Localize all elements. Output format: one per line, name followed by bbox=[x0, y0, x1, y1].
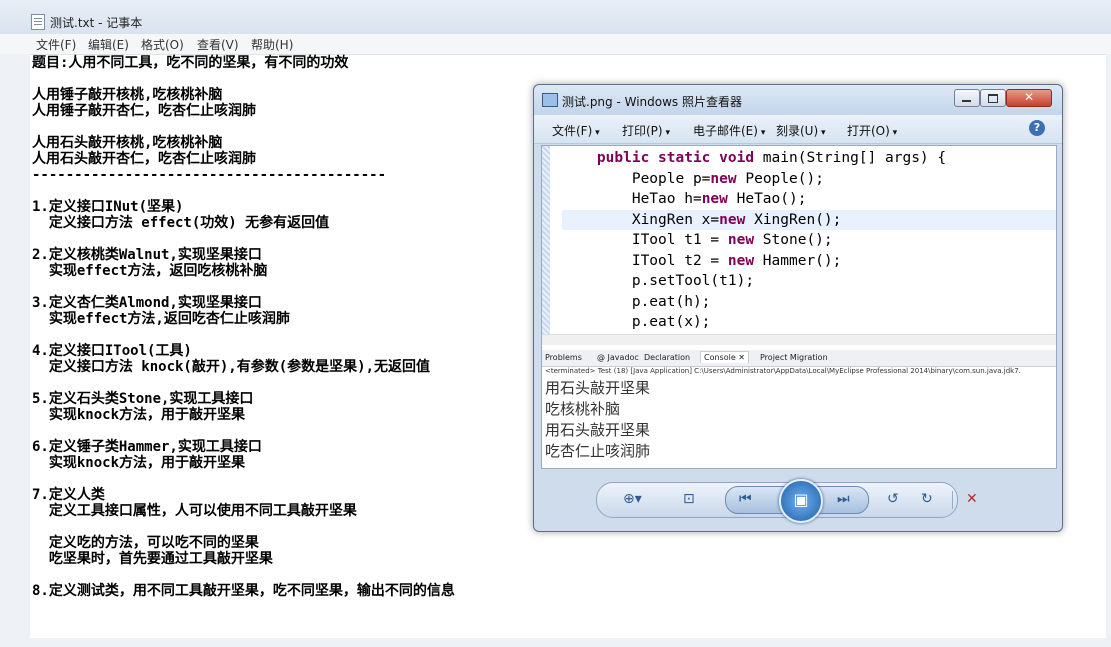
notepad-menu-bar: 文件(F) 编辑(E) 格式(O) 查看(V) 帮助(H) bbox=[0, 34, 1111, 55]
viewer-title-bar[interactable]: 测试.png - Windows 照片查看器 ✕ bbox=[534, 85, 1062, 115]
menu-file[interactable]: 文件(F) bbox=[36, 36, 76, 53]
rotate-counterclockwise-icon[interactable]: ↺ bbox=[887, 491, 899, 507]
tab-problems: Problems bbox=[545, 353, 582, 362]
photo-viewer-window: 测试.png - Windows 照片查看器 ✕ 文件(F) 打印(P) 电子邮… bbox=[533, 84, 1063, 532]
viewer-toolbar: 文件(F) 打印(P) 电子邮件(E) 刻录(U) 打开(O) ? bbox=[534, 115, 1062, 144]
notepad-icon bbox=[31, 14, 45, 30]
viewer-title: 测试.png - Windows 照片查看器 bbox=[562, 95, 742, 109]
text-line: 定义吃的方法，可以吃不同的坚果 bbox=[32, 535, 259, 551]
rotate-clockwise-icon[interactable]: ↻ bbox=[921, 491, 933, 507]
text-line: 题目:人用不同工具，吃不同的坚果，有不同的功效 bbox=[32, 55, 349, 71]
code-line: p.setTool(t1); bbox=[631, 273, 755, 289]
code-line: HeTao h=new HeTao(); bbox=[631, 191, 807, 207]
viewer-controls: ⊕▾ ⊡ ⏮ ▣ ⏭ ↺ ↻ ✕ bbox=[596, 479, 978, 523]
menu-view[interactable]: 查看(V) bbox=[197, 36, 239, 53]
notepad-bottom-border bbox=[30, 638, 1106, 647]
photo-viewer-icon bbox=[542, 93, 558, 107]
code-line: public static void main(String[] args) { bbox=[596, 150, 947, 166]
text-line: 8.定义测试类，用不同工具敲开坚果，吃不同坚果，输出不同的信息 bbox=[32, 583, 455, 599]
displayed-image: public static void main(String[] args) {… bbox=[541, 145, 1057, 469]
minimize-button[interactable] bbox=[954, 89, 980, 107]
menu-edit[interactable]: 编辑(E) bbox=[88, 36, 129, 53]
console-line: 吃杏仁止咳润肺 bbox=[545, 442, 651, 460]
help-icon[interactable]: ? bbox=[1029, 120, 1045, 136]
terminated-status: <terminated> Test (18) [Java Application… bbox=[545, 367, 1021, 375]
console-line: 吃核桃补脑 bbox=[545, 400, 621, 418]
next-icon[interactable]: ⏭ bbox=[837, 491, 850, 507]
close-button[interactable]: ✕ bbox=[1006, 89, 1052, 107]
code-line: People p=new People(); bbox=[631, 170, 824, 187]
console-line: 用石头敲开坚果 bbox=[545, 379, 651, 397]
editor-gutter bbox=[542, 146, 550, 334]
viewer-menu-open[interactable]: 打开(O) bbox=[847, 122, 897, 139]
code-line: ITool t2 = new Hammer(); bbox=[631, 252, 842, 269]
maximize-button[interactable] bbox=[980, 89, 1006, 107]
menu-format[interactable]: 格式(O) bbox=[141, 36, 184, 53]
tab-project-migration: Project Migration bbox=[760, 353, 828, 362]
tab-console: Console ✕ bbox=[700, 351, 750, 363]
text-line bbox=[32, 567, 1102, 583]
slideshow-button[interactable]: ▣ bbox=[779, 479, 823, 523]
code-editor: public static void main(String[] args) {… bbox=[562, 148, 1056, 333]
viewer-menu-file[interactable]: 文件(F) bbox=[552, 122, 600, 139]
delete-icon[interactable]: ✕ bbox=[966, 491, 978, 507]
notepad-right-border bbox=[1106, 54, 1111, 647]
zoom-icon[interactable]: ⊕▾ bbox=[623, 491, 642, 507]
notepad-title-bar[interactable]: 测试.txt - 记事本 bbox=[0, 0, 1111, 34]
console-output: 用石头敲开坚果 吃核桃补脑 用石头敲开坚果 吃杏仁止咳润肺 bbox=[545, 378, 1053, 462]
toolbar-divider bbox=[952, 491, 953, 509]
viewer-menu-burn[interactable]: 刻录(U) bbox=[776, 122, 826, 139]
tab-javadoc: @ Javadoc bbox=[597, 353, 639, 362]
code-line-highlighted: XingRen x=new XingRen(); bbox=[562, 209, 1056, 230]
previous-icon[interactable]: ⏮ bbox=[739, 491, 752, 507]
code-line: p.eat(x); bbox=[631, 314, 711, 330]
viewer-menu-email[interactable]: 电子邮件(E) bbox=[693, 122, 765, 139]
editor-horizontal-scrollbar bbox=[542, 334, 1056, 345]
eclipse-view-tabs: Problems @ Javadoc Declaration Console ✕… bbox=[542, 350, 1056, 367]
code-line: p.eat(h); bbox=[631, 293, 711, 310]
text-line: 吃坚果时，首先要通过工具敲开坚果 bbox=[32, 551, 273, 567]
notepad-title: 测试.txt - 记事本 bbox=[50, 16, 143, 30]
menu-help[interactable]: 帮助(H) bbox=[251, 36, 293, 53]
actual-size-icon[interactable]: ⊡ bbox=[683, 491, 695, 507]
tab-declaration: Declaration bbox=[644, 353, 691, 362]
viewer-menu-print[interactable]: 打印(P) bbox=[622, 122, 670, 139]
console-line: 用石头敲开坚果 bbox=[545, 421, 651, 439]
notepad-left-border bbox=[0, 54, 30, 647]
code-line: ITool t1 = new Stone(); bbox=[631, 232, 833, 248]
